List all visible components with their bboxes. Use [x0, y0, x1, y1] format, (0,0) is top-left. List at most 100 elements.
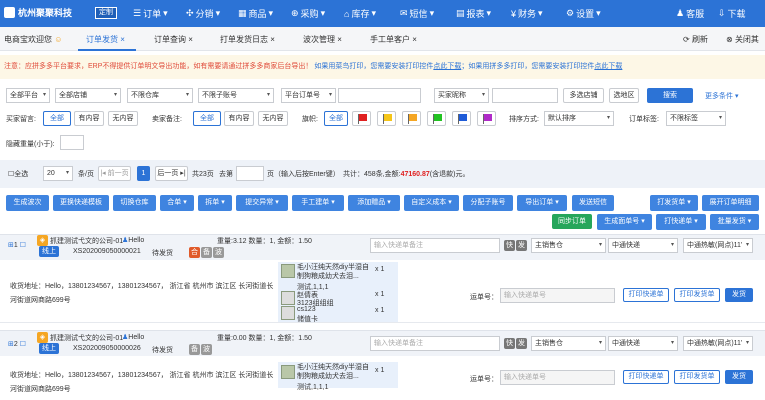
print-express-single-button[interactable]: 打印快递单: [623, 288, 669, 302]
warehouse-select[interactable]: 不限仓库 ▾: [127, 88, 193, 103]
ship-button[interactable]: 发货: [725, 288, 753, 302]
search-button[interactable]: 搜索: [647, 88, 693, 103]
custom-cost-button[interactable]: 自定义成本 ▾: [404, 195, 459, 211]
shipping-address: 收货地址：Hello，13801234567，13801234567， 浙江省 …: [10, 283, 274, 304]
prev-page-button[interactable]: |◂ 前一页: [98, 166, 131, 181]
generate-waybill-button[interactable]: 生成面单号 ▾: [597, 214, 652, 230]
print-express-single-button[interactable]: 打印快递单: [623, 370, 669, 384]
close-icon[interactable]: ×: [188, 35, 193, 44]
page-size-select[interactable]: 20 ▾: [43, 166, 73, 181]
refresh-button[interactable]: ⟳ 刷新: [683, 34, 708, 45]
tab-order-query[interactable]: 订单查询 ×: [154, 34, 193, 45]
platform-select[interactable]: 全部平台 ▾: [6, 88, 50, 103]
waybill-input[interactable]: 输入快递单号: [500, 370, 615, 385]
switch-warehouse-button[interactable]: 切换仓库: [113, 195, 156, 211]
order-express-select[interactable]: 中通快递 ▾: [608, 238, 678, 253]
buyer-msg-has[interactable]: 有内容: [74, 111, 104, 126]
batch-ship-button[interactable]: 批量发货 ▾: [710, 214, 759, 230]
download-link-1[interactable]: 点此下载: [433, 63, 461, 70]
expand-icon[interactable]: ⊞1 ☐: [8, 241, 26, 249]
per-page-label: 条/页: [78, 171, 94, 178]
select-area-button[interactable]: 选地区: [609, 88, 639, 103]
buyer-msg-none[interactable]: 无内容: [108, 111, 138, 126]
add-gift-button[interactable]: 添加赠品 ▾: [348, 195, 400, 211]
nav-purchase[interactable]: ⊕ 采购 ▾: [291, 7, 325, 20]
close-icon[interactable]: ×: [120, 35, 125, 44]
nav-orders[interactable]: ☰ 订单 ▾: [133, 7, 168, 20]
order-number[interactable]: XS202009050000026: [73, 345, 141, 352]
export-order-button[interactable]: 导出订单 ▾: [517, 195, 567, 211]
close-others-button[interactable]: ⊗ 关闭其: [726, 34, 759, 45]
flag-all[interactable]: 全部: [324, 111, 348, 126]
hide-weight-label: 隐藏重量(小于):: [6, 141, 55, 148]
order-no-input[interactable]: [338, 88, 421, 103]
multi-shop-button[interactable]: 多选店铺: [563, 88, 604, 103]
nav-products[interactable]: ▦ 商品 ▾: [238, 7, 273, 20]
seller-note-all[interactable]: 全部: [193, 111, 221, 126]
download-link-2[interactable]: 点此下载: [594, 63, 622, 70]
print-delivery-single-button[interactable]: 打印发货单: [674, 288, 720, 302]
print-delivery-button[interactable]: 打发货单 ▾: [650, 195, 698, 211]
buyer-msg-all[interactable]: 全部: [43, 111, 71, 126]
waybill-input[interactable]: 输入快递单号: [500, 288, 615, 303]
generate-wave-button[interactable]: 生成波次: [6, 195, 49, 211]
nickname-type-select[interactable]: 买家昵称 ▾: [434, 88, 489, 103]
assign-subaccount-button[interactable]: 分配子账号: [463, 195, 513, 211]
nav-distribution[interactable]: ✣ 分销 ▾: [186, 7, 220, 20]
split-order-button[interactable]: 拆单 ▾: [198, 195, 232, 211]
select-all-checkbox[interactable]: ☐全选: [8, 169, 28, 179]
tab-manual-customer[interactable]: 手工单客户 ×: [370, 34, 417, 45]
tag-select[interactable]: 不限标签 ▾: [666, 111, 726, 126]
tab-order-ship[interactable]: 订单发货 ×: [86, 34, 125, 45]
manual-order-button[interactable]: 手工建单 ▾: [292, 195, 344, 211]
close-icon[interactable]: ×: [270, 35, 275, 44]
print-express-button[interactable]: 打快递单 ▾: [656, 214, 706, 230]
print-delivery-single-button[interactable]: 打印发货单: [674, 370, 720, 384]
express-note-input[interactable]: 输入快递单备注: [370, 238, 500, 253]
seller-note-has[interactable]: 有内容: [224, 111, 254, 126]
next-page-button[interactable]: 后一页 ▸|: [155, 166, 188, 181]
nav-reports[interactable]: ▤ 报表 ▾: [456, 7, 491, 20]
order-express-site-select[interactable]: 中通热敏(网点)11' ▾: [683, 238, 753, 253]
order-number[interactable]: XS202009050000021: [73, 248, 141, 255]
submit-exception-button[interactable]: 提交异常 ▾: [236, 195, 288, 211]
change-template-button[interactable]: 更换快递模板: [53, 195, 109, 211]
hide-weight-input[interactable]: [60, 135, 84, 150]
order-warehouse-select[interactable]: 主销售仓 ▾: [531, 238, 606, 253]
more-conditions-link[interactable]: 更多条件 ▾: [705, 91, 738, 101]
nav-finance[interactable]: ¥ 财务 ▾: [511, 7, 543, 20]
subaccount-select[interactable]: 不限子账号 ▾: [198, 88, 274, 103]
nav-inventory[interactable]: ⌂ 库存 ▾: [344, 7, 376, 20]
close-icon[interactable]: ×: [412, 35, 417, 44]
nav-sms[interactable]: ✉ 短信 ▾: [400, 7, 434, 20]
nav-support[interactable]: ♟ 客服: [676, 7, 704, 20]
express-note-input[interactable]: 输入快递单备注: [370, 336, 500, 351]
merge-order-button[interactable]: 合单 ▾: [160, 195, 194, 211]
goto-page-input[interactable]: [236, 166, 264, 181]
shop-select[interactable]: 全部店铺 ▾: [55, 88, 121, 103]
tab-wave[interactable]: 波次管理 ×: [303, 34, 342, 45]
order-express-site-select[interactable]: 中通热敏(网点)11' ▾: [683, 336, 753, 351]
nav-download[interactable]: ⇩ 下载: [718, 7, 746, 20]
order-express-select[interactable]: 中通快递 ▾: [608, 336, 678, 351]
current-page[interactable]: 1: [137, 166, 150, 181]
flag-purple-button[interactable]: [477, 111, 496, 126]
flag-orange-button[interactable]: [402, 111, 421, 126]
flag-green-button[interactable]: [427, 111, 446, 126]
ship-button[interactable]: 发货: [725, 370, 753, 384]
sort-select[interactable]: 默认排序 ▾: [544, 111, 614, 126]
flag-blue-button[interactable]: [452, 111, 471, 126]
send-sms-button[interactable]: 发送短信: [572, 195, 614, 211]
tab-ship-log[interactable]: 打单发货日志 ×: [220, 34, 275, 45]
expand-details-button[interactable]: 展开订单明细: [702, 195, 759, 211]
sync-orders-button[interactable]: 同步订单: [552, 214, 592, 229]
flag-red-button[interactable]: [352, 111, 371, 126]
flag-yellow-button[interactable]: [377, 111, 396, 126]
order-warehouse-select[interactable]: 主销售仓 ▾: [531, 336, 606, 351]
expand-icon[interactable]: ⊞2 ☐: [8, 340, 26, 348]
nickname-input[interactable]: [492, 88, 558, 103]
nav-settings[interactable]: ⚙ 设置 ▾: [566, 7, 601, 20]
seller-note-none[interactable]: 无内容: [258, 111, 288, 126]
order-no-type-select[interactable]: 平台订单号 ▾: [281, 88, 336, 103]
close-icon[interactable]: ×: [337, 35, 342, 44]
